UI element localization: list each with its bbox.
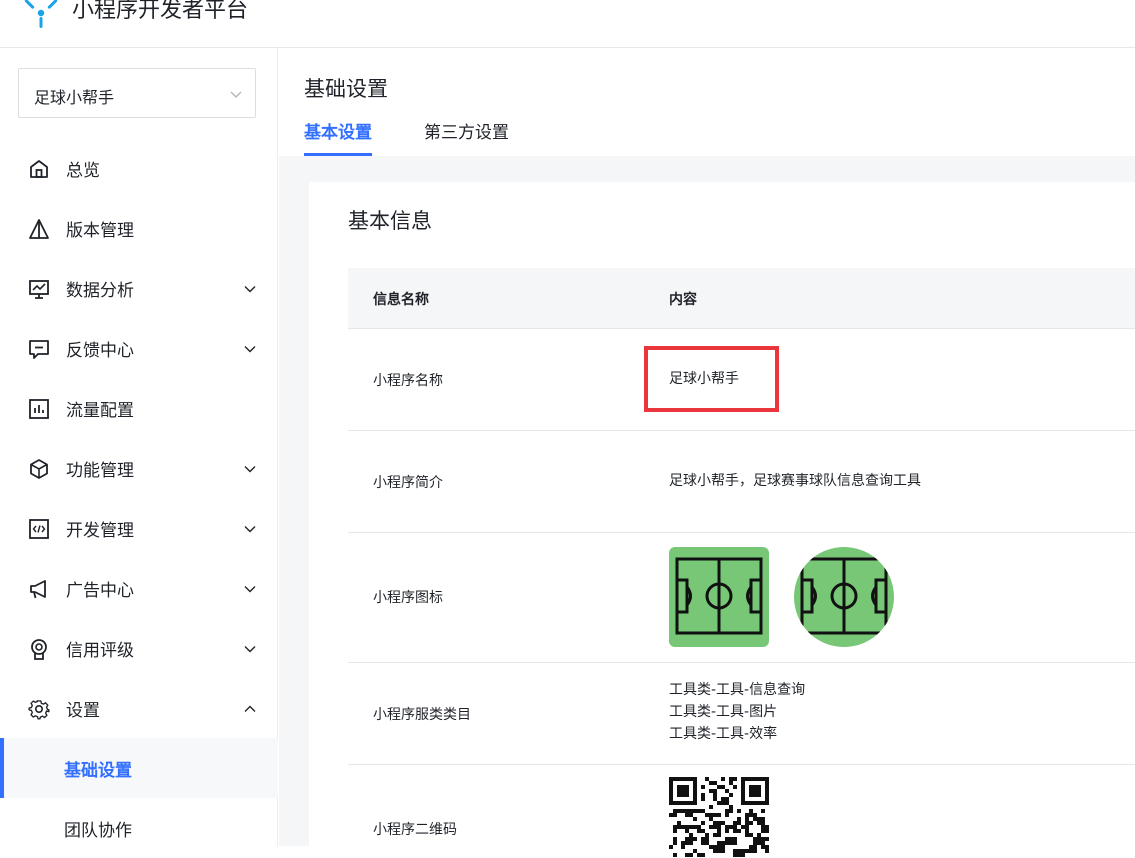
sidebar-item-traffic[interactable]: 流量配置 xyxy=(0,378,278,438)
category-item: 工具类-工具-效率 xyxy=(669,726,778,742)
card-title: 基本信息 xyxy=(348,209,432,233)
sidebar-item-ads[interactable]: 广告中心 xyxy=(0,558,278,618)
column-header-name: 信息名称 xyxy=(373,292,429,308)
app-intro-value: 足球小帮手，足球赛事球队信息查询工具 xyxy=(669,473,921,489)
category-list: 工具类-工具-信息查询 工具类-工具-图片 工具类-工具-效率 xyxy=(669,679,805,745)
sidebar-item-label: 信用评级 xyxy=(66,641,134,661)
platform-title: 小程序开发者平台 xyxy=(72,0,249,23)
sidebar-item-feedback[interactable]: 反馈中心 xyxy=(0,318,278,378)
row-key: 小程序名称 xyxy=(373,373,443,389)
sidebar-item-label: 流量配置 xyxy=(66,401,134,421)
chevron-down-icon xyxy=(244,286,256,293)
gear-icon xyxy=(28,700,50,720)
table-row-name: 小程序名称 足球小帮手 xyxy=(348,329,1135,431)
traffic-icon xyxy=(29,399,49,419)
home-icon xyxy=(30,160,48,178)
table-row-category: 小程序服类类目 工具类-工具-信息查询 工具类-工具-图片 工具类-工具-效率 xyxy=(348,663,1135,765)
column-header-content: 内容 xyxy=(669,292,697,308)
sidebar-subitem-label: 基础设置 xyxy=(64,761,132,781)
table-row-qrcode: 小程序二维码 xyxy=(348,765,1135,857)
sidebar-item-analytics[interactable]: 数据分析 xyxy=(0,258,278,318)
top-bar: 小程序开发者平台 xyxy=(0,0,1135,48)
table-header: 信息名称 内容 xyxy=(348,268,1135,329)
tab-third-party-settings[interactable]: 第三方设置 xyxy=(424,118,509,156)
category-item: 工具类-工具-图片 xyxy=(669,704,778,720)
sidebar-item-label: 开发管理 xyxy=(66,521,134,541)
chevron-down-icon xyxy=(244,526,256,533)
highlight-box xyxy=(644,346,779,412)
cube-icon xyxy=(30,459,48,479)
sidebar-item-version[interactable]: 版本管理 xyxy=(0,198,278,258)
sidebar-item-credit[interactable]: 信用评级 xyxy=(0,618,278,678)
row-key: 小程序图标 xyxy=(373,590,443,606)
sidebar-item-label: 广告中心 xyxy=(66,581,134,601)
sidebar-item-features[interactable]: 功能管理 xyxy=(0,438,278,498)
platform-logo-icon xyxy=(24,0,58,28)
code-icon xyxy=(29,519,49,539)
megaphone-icon xyxy=(30,580,46,599)
sidebar-item-label: 反馈中心 xyxy=(66,341,134,361)
badge-icon xyxy=(31,639,47,660)
chart-icon xyxy=(29,280,49,299)
page-header: 基础设置 基本设置 第三方设置 xyxy=(279,48,1135,156)
row-key: 小程序简介 xyxy=(373,475,443,491)
page-title: 基础设置 xyxy=(304,77,388,101)
soccer-field-icon xyxy=(675,557,763,635)
chevron-down-icon xyxy=(244,586,256,593)
sidebar-subitem-label: 团队协作 xyxy=(64,821,132,841)
chevron-down-icon xyxy=(244,346,256,353)
sidebar-item-settings[interactable]: 设置 xyxy=(0,678,278,738)
chevron-down-icon xyxy=(244,646,256,653)
sidebar: 足球小帮手 总览 版本管理 数据分析 反馈中心 流量配置 功能管理 开发管理 广… xyxy=(0,48,278,846)
sidebar-item-development[interactable]: 开发管理 xyxy=(0,498,278,558)
sidebar-item-label: 数据分析 xyxy=(66,281,134,301)
app-selector-value: 足球小帮手 xyxy=(34,88,115,107)
table-row-intro: 小程序简介 足球小帮手，足球赛事球队信息查询工具 xyxy=(348,431,1135,533)
soccer-field-icon xyxy=(800,557,888,635)
sidebar-subitem-team[interactable]: 团队协作 xyxy=(0,798,278,858)
sidebar-item-overview[interactable]: 总览 xyxy=(0,138,278,198)
qr-code-image xyxy=(669,777,769,857)
sidebar-item-label: 设置 xyxy=(66,701,100,721)
feedback-icon xyxy=(29,340,49,359)
sidebar-item-label: 功能管理 xyxy=(66,461,134,481)
app-selector[interactable]: 足球小帮手 xyxy=(18,68,256,118)
tab-basic-settings[interactable]: 基本设置 xyxy=(304,118,372,156)
basic-info-card: 基本信息 信息名称 内容 小程序名称 足球小帮手 小程序简介 足球小帮手，足球赛… xyxy=(309,182,1135,857)
version-icon xyxy=(29,219,49,239)
row-key: 小程序二维码 xyxy=(373,822,457,838)
chevron-down-icon xyxy=(230,91,242,98)
sidebar-item-label: 版本管理 xyxy=(66,221,134,241)
chevron-down-icon xyxy=(244,466,256,473)
chevron-up-icon xyxy=(244,705,256,712)
sidebar-subitem-basic-settings[interactable]: 基础设置 xyxy=(0,738,278,798)
sidebar-item-label: 总览 xyxy=(66,161,100,181)
row-key: 小程序服类类目 xyxy=(373,707,471,723)
app-icon-square xyxy=(669,547,769,647)
app-icon-round xyxy=(794,547,894,647)
main-content: 基础设置 基本设置 第三方设置 基本信息 信息名称 内容 小程序名称 足球小帮手… xyxy=(279,48,1135,857)
table-row-icon: 小程序图标 xyxy=(348,533,1135,663)
category-item: 工具类-工具-信息查询 xyxy=(669,682,806,698)
